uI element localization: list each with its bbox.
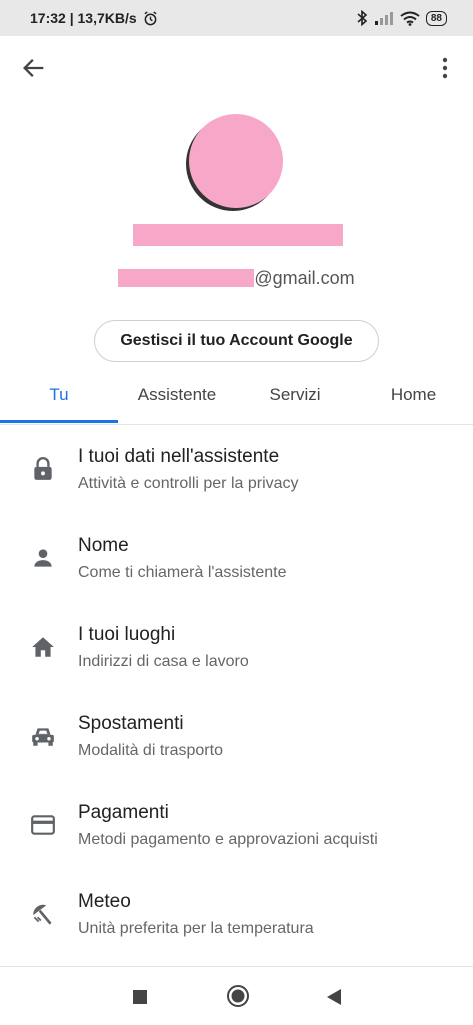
back-arrow-icon[interactable] [20, 54, 48, 82]
bluetooth-icon [357, 10, 368, 26]
account-name-redacted [133, 224, 343, 246]
home-button-icon[interactable] [226, 984, 250, 1008]
list-item-title: I tuoi luoghi [78, 624, 176, 645]
tab-tu[interactable]: Tu [0, 368, 118, 422]
list-item-title: Nome [78, 535, 129, 556]
account-email: @gmail.com [0, 268, 473, 289]
alarm-icon [144, 10, 157, 25]
home-icon [32, 637, 54, 657]
weather-icon [33, 904, 52, 925]
list-item-subtitle: Attività e controlli per la privacy [78, 475, 299, 492]
list-item-subtitle: Modalità di trasporto [78, 742, 223, 759]
list-item-title: Spostamenti [78, 713, 184, 734]
lock-icon [34, 457, 52, 480]
credit-card-icon [31, 815, 55, 835]
email-redaction [118, 269, 255, 287]
recents-button-icon[interactable] [132, 989, 148, 1005]
car-icon [32, 728, 54, 746]
more-vert-icon[interactable] [435, 54, 455, 82]
list-item-nome[interactable]: Nome Come ti chiamerà l'assistente [0, 513, 473, 602]
list-item-subtitle: Indirizzi di casa e lavoro [78, 653, 249, 670]
signal-icon [374, 12, 393, 25]
status-right: 88 [356, 10, 447, 26]
list-item-pagamenti[interactable]: Pagamenti Metodi pagamento e approvazion… [0, 780, 473, 869]
manage-account-button[interactable]: Gestisci il tuo Account Google [94, 320, 379, 362]
back-button-icon[interactable] [326, 988, 342, 1006]
tab-servizi[interactable]: Servizi [236, 368, 354, 422]
app-bar [0, 36, 473, 98]
tab-home[interactable]: Home [354, 368, 473, 422]
status-bar: 17:32 | 13,7KB/s 88 [0, 0, 473, 36]
tab-assistente[interactable]: Assistente [118, 368, 236, 422]
list-item-dati-assistente[interactable]: I tuoi dati nell'assistente Attività e c… [0, 424, 473, 513]
status-left: 17:32 | 13,7KB/s [30, 10, 158, 26]
list-item-meteo[interactable]: Meteo Unità preferita per la temperatura [0, 869, 473, 958]
tab-bar: Tu Assistente Servizi Home [0, 368, 473, 425]
list-item-subtitle: Metodi pagamento e approvazioni acquisti [78, 831, 378, 848]
system-nav-bar [0, 966, 473, 1025]
avatar[interactable] [189, 114, 283, 208]
list-item-title: Pagamenti [78, 802, 169, 823]
list-item-spostamenti[interactable]: Spostamenti Modalità di trasporto [0, 691, 473, 780]
list-item-luoghi[interactable]: I tuoi luoghi Indirizzi di casa e lavoro [0, 602, 473, 691]
list-item-title: Meteo [78, 891, 131, 912]
status-time-speed: 17:32 | 13,7KB/s [30, 10, 137, 26]
battery-indicator: 88 [425, 10, 447, 26]
person-icon [34, 549, 52, 567]
tab-indicator [0, 420, 118, 423]
list-item-subtitle: Unità preferita per la temperatura [78, 920, 314, 937]
wifi-icon [400, 11, 420, 26]
list-item-title: I tuoi dati nell'assistente [78, 446, 280, 467]
email-suffix: @gmail.com [254, 268, 355, 288]
list-item-subtitle: Come ti chiamerà l'assistente [78, 564, 287, 581]
